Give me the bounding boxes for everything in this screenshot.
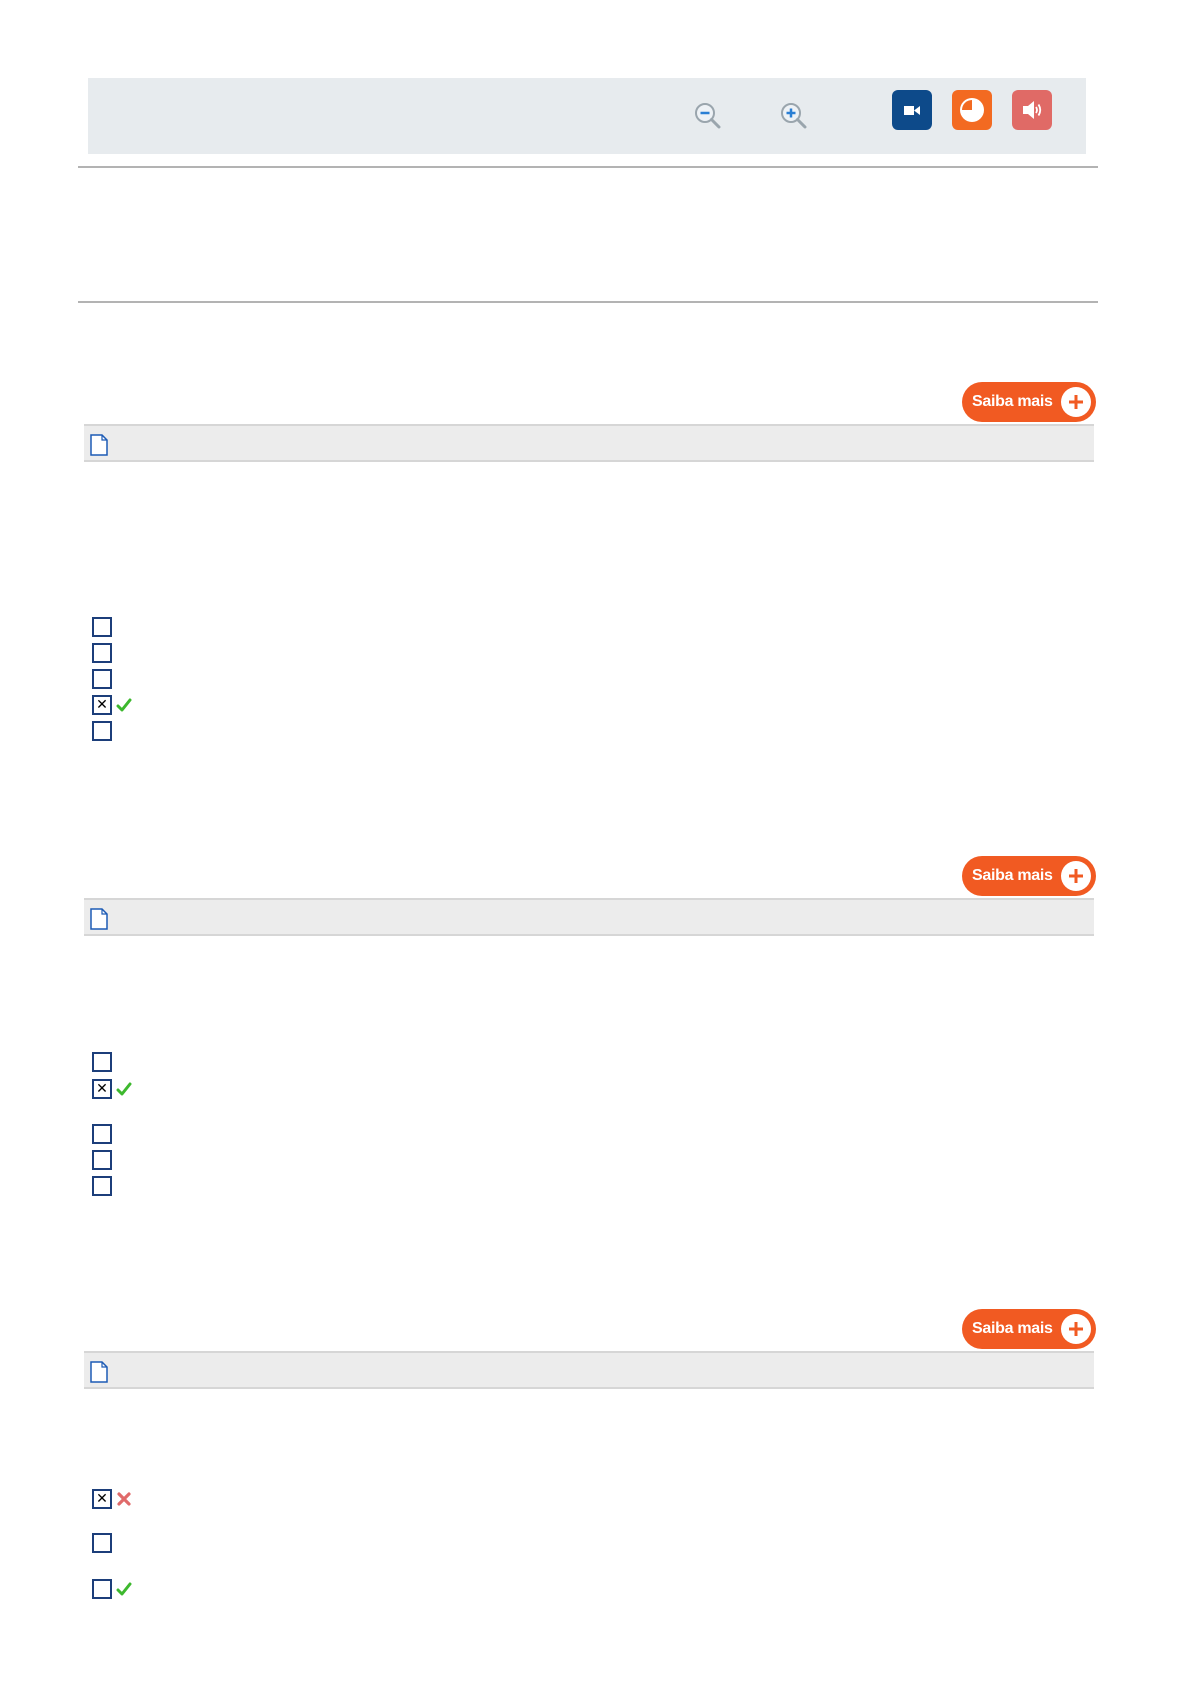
document-icon	[90, 434, 108, 456]
document-icon	[90, 1361, 108, 1383]
toolbar	[88, 78, 1086, 154]
answer-checkbox-checked[interactable]: ✕	[92, 1489, 112, 1509]
saiba-mais-label: Saiba mais	[972, 393, 1053, 410]
answer-checkbox-checked[interactable]: ✕	[92, 1079, 112, 1099]
answer-checkbox[interactable]	[92, 1150, 112, 1170]
video-button[interactable]	[892, 90, 932, 130]
chart-button[interactable]	[952, 90, 992, 130]
answer-option[interactable]: ✕	[92, 1079, 132, 1099]
answer-checkbox[interactable]	[92, 721, 112, 741]
answer-option[interactable]	[92, 643, 112, 663]
answer-option[interactable]	[92, 721, 112, 741]
correct-check-icon	[116, 1082, 132, 1096]
answer-checkbox[interactable]	[92, 1533, 112, 1553]
saiba-mais-label: Saiba mais	[972, 867, 1053, 884]
answer-checkbox[interactable]	[92, 643, 112, 663]
answer-option[interactable]	[92, 1150, 112, 1170]
video-icon	[904, 106, 920, 115]
answer-option[interactable]	[92, 1124, 112, 1144]
saiba-mais-button[interactable]: Saiba mais	[962, 382, 1096, 422]
answer-checkbox[interactable]	[92, 1124, 112, 1144]
question-header	[84, 898, 1094, 936]
answer-option[interactable]: ✕	[92, 695, 132, 715]
plus-circle-icon	[1061, 1314, 1091, 1344]
document-icon	[90, 908, 108, 930]
divider	[78, 301, 1098, 303]
answer-checkbox[interactable]	[92, 1052, 112, 1072]
answer-option[interactable]	[92, 1052, 112, 1072]
divider	[78, 166, 1098, 168]
zoom-in-icon[interactable]	[778, 100, 812, 134]
audio-button[interactable]	[1012, 90, 1052, 130]
answer-checkbox[interactable]	[92, 669, 112, 689]
plus-circle-icon	[1061, 861, 1091, 891]
pie-chart-icon	[960, 98, 984, 122]
answer-checkbox[interactable]	[92, 1176, 112, 1196]
saiba-mais-button[interactable]: Saiba mais	[962, 1309, 1096, 1349]
answer-checkbox[interactable]	[92, 1579, 112, 1599]
answer-option[interactable]: ✕	[92, 1489, 132, 1509]
correct-check-icon	[116, 698, 132, 712]
correct-check-icon	[116, 1582, 132, 1596]
wrong-x-icon	[117, 1492, 131, 1506]
speaker-icon	[1023, 101, 1042, 119]
zoom-out-icon[interactable]	[692, 100, 726, 134]
question-header	[84, 424, 1094, 462]
answer-option[interactable]	[92, 617, 112, 637]
answer-checkbox-checked[interactable]: ✕	[92, 695, 112, 715]
answer-option[interactable]	[92, 669, 112, 689]
answer-option[interactable]	[92, 1533, 112, 1553]
answer-checkbox[interactable]	[92, 617, 112, 637]
plus-circle-icon	[1061, 387, 1091, 417]
question-header	[84, 1351, 1094, 1389]
answer-option[interactable]	[92, 1579, 132, 1599]
saiba-mais-button[interactable]: Saiba mais	[962, 856, 1096, 896]
saiba-mais-label: Saiba mais	[972, 1320, 1053, 1337]
answer-option[interactable]	[92, 1176, 112, 1196]
